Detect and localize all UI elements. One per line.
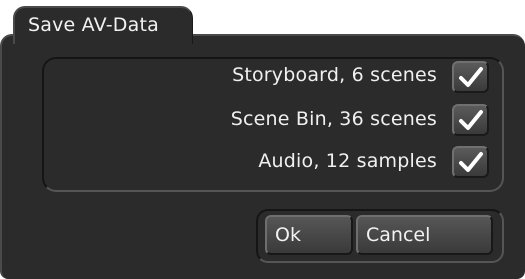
ok-button[interactable]: Ok	[265, 215, 353, 255]
scene-bin-checkbox[interactable]	[452, 104, 489, 136]
audio-checkbox[interactable]	[452, 146, 489, 178]
cancel-button[interactable]: Cancel	[356, 215, 493, 255]
dialog-title: Save AV-Data	[28, 14, 159, 36]
option-label-scene-bin: Scene Bin, 36 scenes	[230, 108, 437, 130]
dialog-title-tab: Save AV-Data	[13, 6, 193, 44]
checkmark-icon	[458, 67, 483, 87]
checkmark-icon	[458, 152, 483, 172]
option-label-audio: Audio, 12 samples	[258, 150, 437, 172]
save-av-data-dialog: Save AV-Data Storyboard, 6 scenes Scene …	[0, 0, 525, 279]
option-label-storyboard: Storyboard, 6 scenes	[232, 64, 437, 86]
storyboard-checkbox[interactable]	[452, 61, 489, 93]
checkmark-icon	[458, 110, 483, 130]
